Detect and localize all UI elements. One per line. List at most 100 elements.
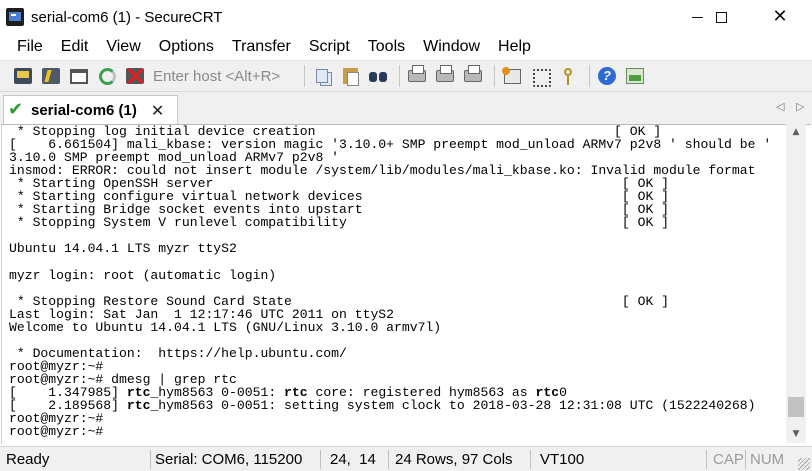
find-icon: [369, 69, 387, 83]
screenshot-icon: [626, 68, 644, 84]
menu-tools[interactable]: Tools: [359, 38, 414, 56]
tab-scroll-right-icon[interactable]: ▷: [796, 100, 804, 113]
terminal-line: * Documentation: https://help.ubuntu.com…: [9, 346, 347, 360]
session-options-icon: [501, 66, 521, 84]
global-options-button[interactable]: [528, 64, 552, 88]
status-caps-lock: CAP: [713, 451, 744, 468]
terminal-line: 3.10.0 SMP preempt mod_unload ARMv7 p2v8…: [9, 151, 340, 165]
connected-check-icon: ✔: [8, 99, 24, 120]
status-cursor-position: 24, 14: [330, 451, 376, 468]
terminal-line: myzr login: root (automatic login): [9, 268, 277, 282]
menu-file[interactable]: File: [8, 38, 52, 56]
paste-button[interactable]: [338, 64, 362, 88]
status-bar: Ready Serial: COM6, 115200 24, 14 24 Row…: [0, 446, 812, 471]
maximize-button[interactable]: [698, 0, 744, 34]
terminal-area[interactable]: * Stopping log initial device creation […: [1, 124, 811, 444]
connect-button[interactable]: [11, 64, 35, 88]
tab-serial-com6[interactable]: ✔ serial-com6 (1) ✕: [3, 95, 178, 124]
terminal-line: Last login: Sat Jan 1 12:17:46 UTC 2011 …: [9, 307, 395, 321]
terminal-line: root@myzr:~#: [9, 359, 104, 373]
status-terminal-size: 24 Rows, 97 Cols: [395, 451, 513, 468]
resize-grip-icon[interactable]: [798, 458, 810, 470]
terminal-line: [ 6.661504] mali_kbase: version magic '3…: [9, 138, 772, 152]
terminal-line: root@myzr:~#: [9, 425, 104, 439]
menu-help[interactable]: Help: [489, 38, 540, 56]
session-tab-bar: ✔ serial-com6 (1) ✕: [0, 92, 812, 124]
help-icon: ?: [598, 67, 616, 85]
status-separator: [388, 450, 389, 469]
menu-bar: File Edit View Options Transfer Script T…: [0, 34, 812, 60]
screenshot-button[interactable]: [623, 64, 647, 88]
status-separator: [320, 450, 321, 469]
window-title: serial-com6 (1) - SecureCRT: [31, 8, 223, 26]
print-button[interactable]: [405, 64, 429, 88]
terminal-line: * Stopping log initial device creation […: [9, 125, 662, 139]
connect-in-tab-button[interactable]: [67, 64, 91, 88]
print-setup-button[interactable]: [461, 64, 485, 88]
terminal-line: [ 2.189568] rtc_hym8563 0-0051: setting …: [9, 398, 756, 413]
toolbar: ?: [0, 60, 812, 92]
terminal-line: Ubuntu 14.04.1 LTS myzr ttyS2: [9, 242, 237, 256]
menu-window[interactable]: Window: [414, 38, 489, 56]
status-emulation: VT100: [540, 451, 585, 468]
terminal-line: [ 1.347985] rtc_hym8563 0-0051: rtc core…: [9, 385, 567, 399]
toolbar-separator: [399, 65, 400, 87]
scroll-up-icon[interactable]: ▲: [786, 124, 806, 141]
reconnect-icon: [98, 67, 116, 85]
terminal-highlight: rtc: [126, 398, 151, 413]
securecrt-app-icon[interactable]: [6, 8, 24, 26]
connect-in-tab-icon: [70, 68, 88, 84]
tab-close-icon[interactable]: ✕: [151, 101, 164, 120]
terminal-highlight: rtc: [535, 385, 560, 399]
menu-script[interactable]: Script: [300, 38, 359, 56]
enter-host-input[interactable]: [151, 64, 299, 88]
toolbar-separator: [589, 65, 590, 87]
scroll-down-icon[interactable]: ▼: [786, 426, 806, 443]
terminal-line: * Starting Bridge socket events into ups…: [9, 203, 670, 217]
keymap-icon: [564, 68, 572, 85]
global-options-icon: [532, 68, 551, 87]
terminal-scrollbar[interactable]: ▲ ▼: [786, 124, 806, 443]
terminal-line: * Stopping System V runlevel compatibili…: [9, 216, 670, 230]
print-screen-button[interactable]: [433, 64, 457, 88]
connect-icon: [14, 68, 32, 84]
terminal-line: * Starting OpenSSH server [ OK ]: [9, 177, 670, 191]
terminal-output[interactable]: * Stopping log initial device creation […: [9, 125, 784, 444]
terminal-line: root@myzr:~# dmesg | grep rtc: [9, 372, 237, 386]
terminal-line: root@myzr:~#: [9, 412, 104, 426]
terminal-line: * Stopping Restore Sound Card State [ OK…: [9, 294, 670, 308]
copy-button[interactable]: [310, 64, 334, 88]
quick-connect-icon: [42, 68, 60, 84]
help-button[interactable]: ?: [595, 64, 619, 88]
find-button[interactable]: [366, 64, 390, 88]
keymap-button[interactable]: [556, 64, 580, 88]
menu-transfer[interactable]: Transfer: [223, 38, 300, 56]
menu-edit[interactable]: Edit: [52, 38, 98, 56]
print-setup-icon: [464, 65, 482, 82]
tab-label: serial-com6 (1): [31, 101, 137, 119]
status-separator: [745, 450, 746, 469]
toolbar-separator: [304, 65, 305, 87]
paste-icon: [342, 68, 359, 86]
print-screen-icon: [436, 65, 454, 82]
status-ready: Ready: [6, 451, 50, 468]
scrollbar-thumb[interactable]: [788, 397, 804, 417]
close-window-button[interactable]: ✕: [757, 0, 803, 34]
close-icon: ✕: [772, 6, 788, 27]
terminal-line: * Starting configure virtual network dev…: [9, 190, 670, 204]
menu-options[interactable]: Options: [150, 38, 223, 56]
print-icon: [408, 65, 426, 82]
session-options-button[interactable]: [500, 64, 524, 88]
quick-connect-button[interactable]: [39, 64, 63, 88]
toolbar-separator: [494, 65, 495, 87]
menu-view[interactable]: View: [97, 38, 149, 56]
disconnect-button[interactable]: [123, 64, 147, 88]
copy-icon: [316, 69, 328, 83]
terminal-highlight: rtc: [284, 385, 308, 399]
status-separator: [530, 450, 531, 469]
reconnect-button[interactable]: [95, 64, 119, 88]
tab-scroll-left-icon[interactable]: ◁: [776, 100, 784, 113]
